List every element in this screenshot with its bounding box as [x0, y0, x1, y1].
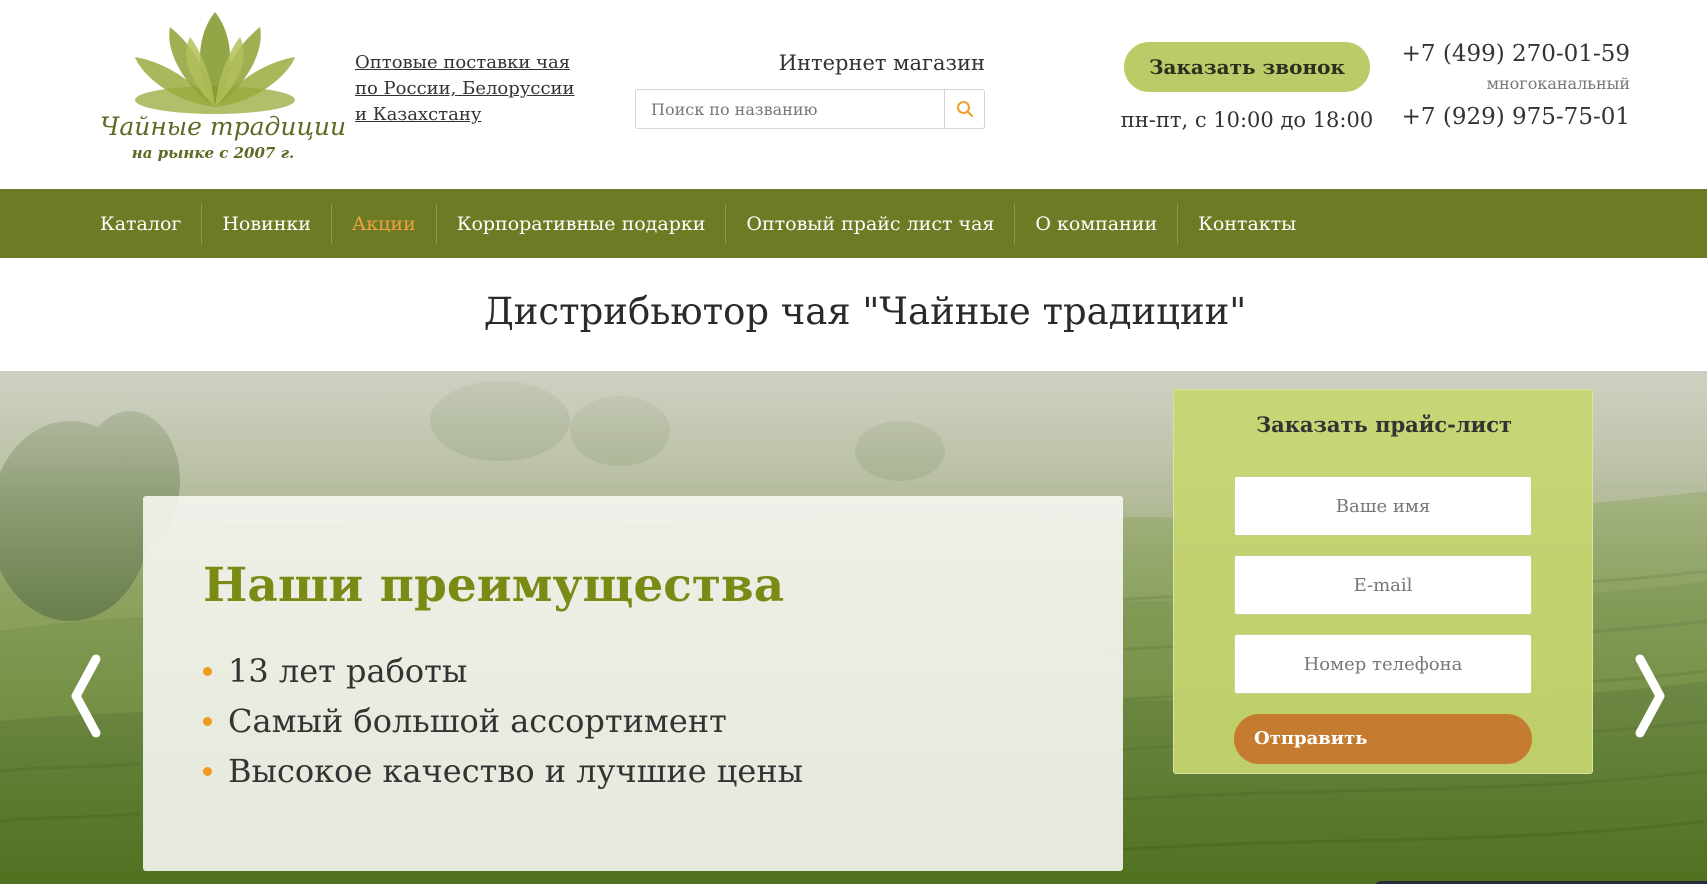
- nav-item-wholesale-price-list[interactable]: Оптовый прайс лист чая: [726, 203, 1016, 244]
- submit-button[interactable]: Отправить: [1234, 714, 1532, 764]
- advantages-title: Наши преимущества: [203, 558, 785, 613]
- nav-item-promotions[interactable]: Акции: [332, 203, 437, 244]
- advantages-list: 13 лет работы Самый большой ассортимент …: [203, 646, 803, 796]
- chevron-right-icon[interactable]: [1630, 651, 1670, 741]
- nav-item-new[interactable]: Новинки: [202, 203, 332, 244]
- phone-note: многоканальный: [1486, 74, 1630, 93]
- advantage-item: Высокое качество и лучшие цены: [203, 746, 803, 796]
- search-box: [635, 89, 985, 129]
- hero-slider: Наши преимущества 13 лет работы Самый бо…: [0, 371, 1707, 884]
- price-list-form: Заказать прайс-лист Отправить: [1173, 389, 1593, 774]
- shop-label[interactable]: Интернет магазин: [635, 51, 985, 75]
- advantages-panel: Наши преимущества 13 лет работы Самый бо…: [143, 496, 1123, 871]
- phone-field[interactable]: [1234, 634, 1532, 694]
- phone-secondary[interactable]: +7 (929) 975-75-01: [1380, 104, 1630, 130]
- form-title: Заказать прайс-лист: [1255, 412, 1513, 437]
- nav-item-contacts[interactable]: Контакты: [1178, 204, 1316, 244]
- logo-subtitle: на рынке с 2007 г.: [131, 144, 295, 162]
- search-input[interactable]: [636, 90, 946, 128]
- advantage-item: Самый большой ассортимент: [203, 696, 803, 746]
- advantage-item: 13 лет работы: [203, 646, 803, 696]
- nav-item-about[interactable]: О компании: [1015, 203, 1179, 244]
- wholesale-link[interactable]: Оптовые поставки чая по России, Белорусс…: [355, 50, 585, 128]
- nav-item-catalog[interactable]: Каталог: [80, 203, 203, 244]
- site-header: Чайные традиции на рынке с 2007 г. Оптов…: [0, 0, 1707, 189]
- name-field[interactable]: [1234, 476, 1532, 536]
- search-button[interactable]: [944, 90, 984, 128]
- chevron-left-icon[interactable]: [66, 651, 106, 741]
- search-icon: [956, 101, 973, 118]
- work-hours: пн-пт, с 10:00 до 18:00: [1120, 108, 1374, 132]
- nav-item-corporate-gifts[interactable]: Корпоративные подарки: [437, 203, 727, 244]
- email-field[interactable]: [1234, 555, 1532, 615]
- nav-list: Каталог Новинки Акции Корпоративные пода…: [80, 189, 1316, 258]
- phone-primary[interactable]: +7 (499) 270-01-59: [1380, 41, 1630, 67]
- lotus-icon: [135, 12, 295, 114]
- logo-title: Чайные традиции: [100, 112, 347, 141]
- page-title: Дистрибьютор чая "Чайные традиции": [483, 290, 1247, 333]
- logo[interactable]: Чайные традиции на рынке с 2007 г.: [100, 12, 347, 172]
- main-nav: Каталог Новинки Акции Корпоративные пода…: [0, 189, 1707, 258]
- callback-button[interactable]: Заказать звонок: [1124, 42, 1370, 92]
